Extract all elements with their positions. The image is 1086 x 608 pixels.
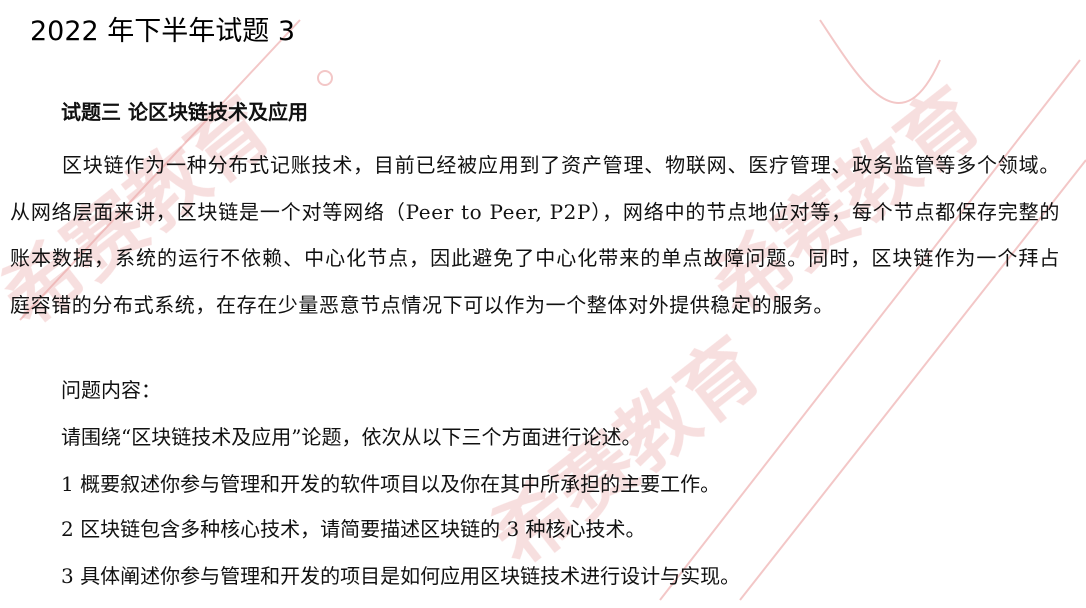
question-title: 试题三 论区块链技术及应用 (61, 100, 308, 124)
page-title: 2022 年下半年试题 3 (30, 16, 296, 47)
list-item: 3 具体阐述你参与管理和开发的项目是如何应用区块链技术进行设计与实现。 (61, 564, 741, 588)
list-item: 1 概要叙述你参与管理和开发的软件项目以及你在其中所承担的主要工作。 (61, 472, 721, 496)
question-content-label: 问题内容： (61, 378, 161, 402)
instruction-text: 请围绕“区块链技术及应用”论题，依次从以下三个方面进行论述。 (61, 425, 642, 449)
document-content: 2022 年下半年试题 3 试题三 论区块链技术及应用 区块链作为一种分布式记账… (0, 0, 1086, 608)
document-page: 希赛教育 希赛教育 希赛教育 2022 年下半年试题 3 试题三 论区块链技术及… (0, 0, 1086, 608)
list-item: 2 区块链包含多种核心技术，请简要描述区块链的 3 种核心技术。 (61, 517, 646, 541)
question-body-paragraph: 区块链作为一种分布式记账技术，目前已经被应用到了资产管理、物联网、医疗管理、政务… (10, 153, 1060, 317)
